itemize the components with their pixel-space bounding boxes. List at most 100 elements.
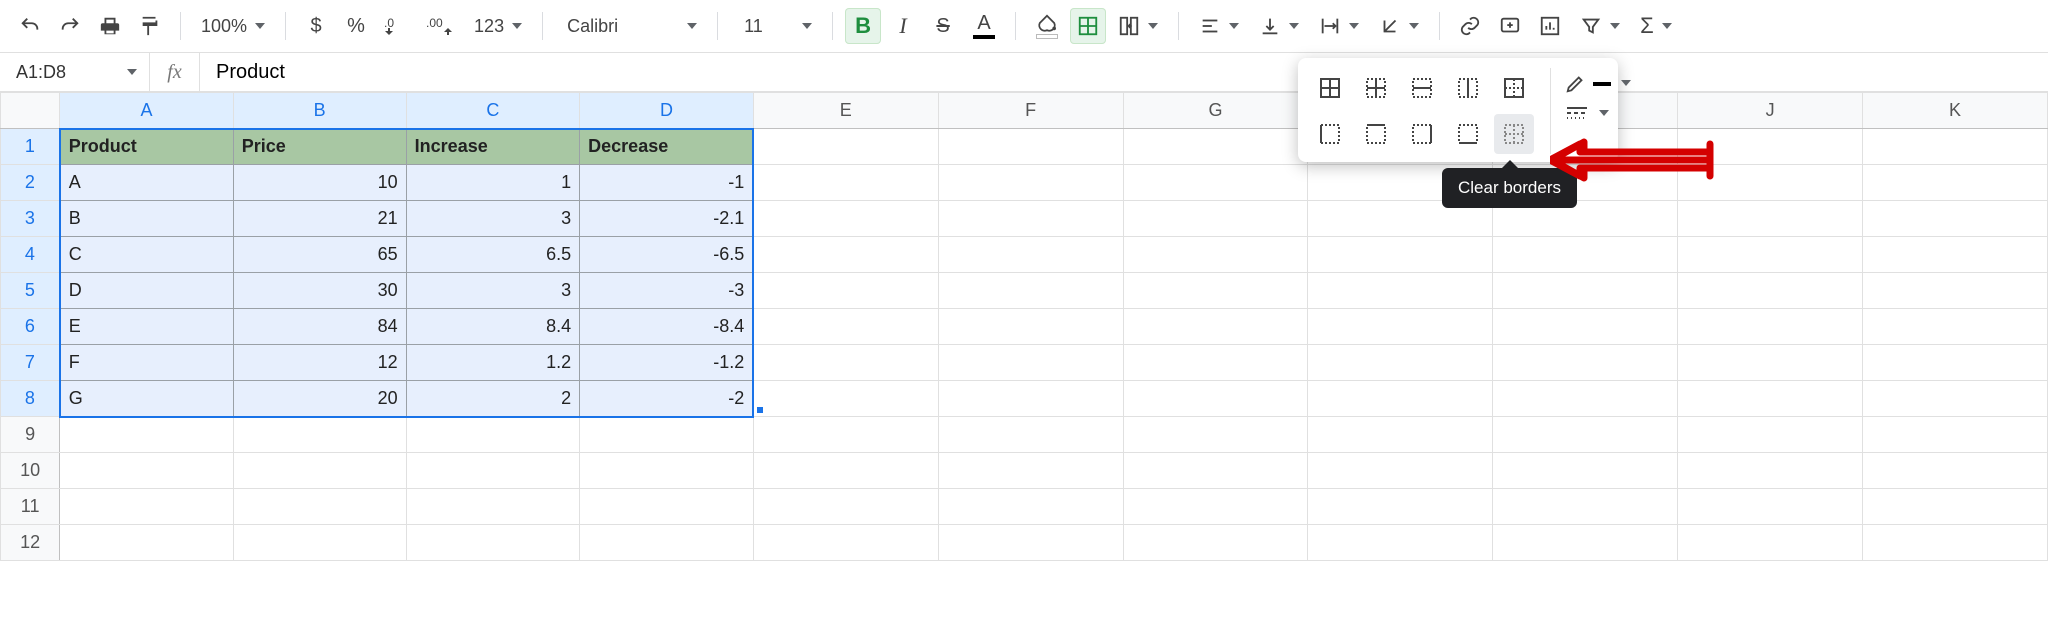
cell[interactable] [1678,381,1863,417]
text-color-button[interactable]: A [965,8,1003,44]
cell[interactable]: 3 [406,201,579,237]
formula-input[interactable] [200,61,2048,84]
cell[interactable] [1862,453,2047,489]
border-color-button[interactable] [1565,72,1631,94]
cell[interactable] [1862,273,2047,309]
col-header-J[interactable]: J [1678,93,1863,129]
cell[interactable] [580,417,754,453]
select-all-corner[interactable] [1,93,60,129]
cell[interactable] [1862,525,2047,561]
cell[interactable] [1308,525,1493,561]
cell[interactable] [753,525,938,561]
border-top-icon[interactable] [1356,114,1396,154]
col-header-F[interactable]: F [938,93,1123,129]
undo-button[interactable] [12,8,48,44]
cell[interactable] [1123,309,1308,345]
cell[interactable] [1123,525,1308,561]
cell[interactable] [1862,129,2047,165]
cell[interactable]: -1 [580,165,754,201]
row-header[interactable]: 5 [1,273,60,309]
row-header[interactable]: 10 [1,453,60,489]
cell[interactable]: 6.5 [406,237,579,273]
cell[interactable] [1493,489,1678,525]
cell[interactable] [938,381,1123,417]
cell[interactable]: 1 [406,165,579,201]
redo-button[interactable] [52,8,88,44]
border-left-icon[interactable] [1310,114,1350,154]
cell[interactable] [1493,237,1678,273]
cell[interactable] [1862,381,2047,417]
cell[interactable] [1678,525,1863,561]
cell[interactable] [938,129,1123,165]
cell[interactable] [753,165,938,201]
border-inner-icon[interactable] [1356,68,1396,108]
cell[interactable] [1123,453,1308,489]
cell[interactable] [1862,417,2047,453]
cell[interactable]: B [60,201,233,237]
cell[interactable] [1678,309,1863,345]
cell[interactable] [1123,165,1308,201]
row-header[interactable]: 1 [1,129,60,165]
border-bottom-icon[interactable] [1448,114,1488,154]
selection-handle[interactable] [755,405,765,415]
cell[interactable] [1123,129,1308,165]
cell[interactable] [233,489,406,525]
cell[interactable]: 12 [233,345,406,381]
row-header[interactable]: 11 [1,489,60,525]
cell[interactable] [580,489,754,525]
cell[interactable] [1493,417,1678,453]
cell[interactable] [1493,381,1678,417]
cell[interactable] [753,201,938,237]
cell[interactable] [1862,201,2047,237]
border-all-icon[interactable] [1310,68,1350,108]
cell[interactable]: -3 [580,273,754,309]
fill-color-button[interactable] [1028,8,1066,44]
merge-cells-button[interactable] [1110,8,1166,44]
cell[interactable] [1308,273,1493,309]
cell[interactable] [1493,273,1678,309]
cell[interactable] [1123,237,1308,273]
borders-button[interactable] [1070,8,1106,44]
cell[interactable] [60,417,233,453]
cell[interactable] [1678,129,1863,165]
print-button[interactable] [92,8,128,44]
cell[interactable] [1123,345,1308,381]
cell[interactable] [1493,345,1678,381]
cell[interactable] [1678,237,1863,273]
cell[interactable] [1123,381,1308,417]
cell[interactable]: Decrease [580,129,754,165]
cell[interactable] [938,345,1123,381]
cell[interactable] [753,453,938,489]
paint-format-button[interactable] [132,8,168,44]
filter-button[interactable] [1572,8,1628,44]
cell[interactable] [938,453,1123,489]
cell[interactable] [406,453,579,489]
cell[interactable] [938,273,1123,309]
cell[interactable] [1678,273,1863,309]
col-header-D[interactable]: D [580,93,754,129]
cell[interactable] [938,201,1123,237]
cell[interactable] [1308,381,1493,417]
row-header[interactable]: 9 [1,417,60,453]
border-right-icon[interactable] [1402,114,1442,154]
cell[interactable] [938,417,1123,453]
cell[interactable]: 10 [233,165,406,201]
row-header[interactable]: 2 [1,165,60,201]
cell[interactable]: -8.4 [580,309,754,345]
horizontal-align-button[interactable] [1191,8,1247,44]
border-vertical-icon[interactable] [1448,68,1488,108]
cell[interactable] [1493,525,1678,561]
cell[interactable] [753,345,938,381]
row-header[interactable]: 12 [1,525,60,561]
cell[interactable] [753,381,938,417]
cell[interactable]: D [60,273,233,309]
increase-decimal-button[interactable]: .00 [420,8,462,44]
cell[interactable] [1123,489,1308,525]
row-header[interactable]: 8 [1,381,60,417]
border-clear-icon[interactable] [1494,114,1534,154]
cell[interactable] [753,489,938,525]
cell[interactable] [406,417,579,453]
bold-button[interactable]: B [845,8,881,44]
cell[interactable] [938,525,1123,561]
insert-comment-button[interactable] [1492,8,1528,44]
